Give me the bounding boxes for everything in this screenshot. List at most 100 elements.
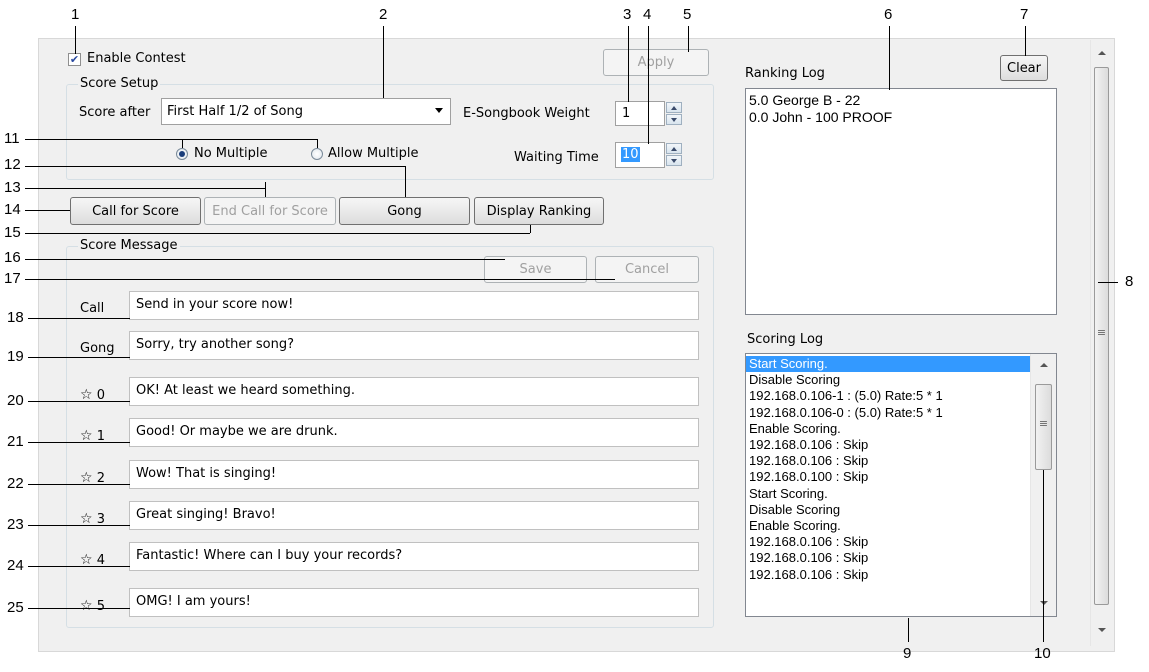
callout-7: 7 — [1020, 6, 1029, 23]
scoring-log-scroll-thumb[interactable]: ≡ — [1035, 384, 1052, 470]
scroll-down-icon[interactable] — [1098, 628, 1106, 632]
score-after-label: Score after — [79, 105, 151, 120]
callout-23: 23 — [7, 516, 24, 533]
gong-button[interactable]: Gong — [339, 197, 470, 225]
callout-line — [28, 525, 130, 526]
ranking-entry: 0.0 John - 100 PROOF — [749, 109, 893, 125]
waiting-down-arrow-icon[interactable] — [666, 155, 682, 166]
score-message-title: Score Message — [78, 238, 180, 253]
callout-line — [25, 210, 70, 211]
callout-line — [25, 166, 405, 167]
callout-14: 14 — [4, 201, 21, 218]
callout-3: 3 — [623, 6, 632, 23]
scoring-log-entry[interactable]: Enable Scoring. — [746, 421, 1031, 437]
callout-15: 15 — [4, 224, 21, 241]
no-multiple-label: No Multiple — [194, 146, 268, 161]
display-ranking-button[interactable]: Display Ranking — [474, 197, 604, 225]
scoring-log-entry[interactable]: Disable Scoring — [746, 372, 1031, 388]
allow-multiple-radio[interactable] — [311, 148, 323, 160]
callout-line — [25, 233, 530, 234]
row-label-text: Call — [80, 301, 105, 316]
ranking-log-list[interactable]: 5.0 George B - 22 0.0 John - 100 PROOF — [745, 88, 1057, 315]
scroll-up-icon[interactable] — [1098, 51, 1106, 55]
score-setup-title: Score Setup — [78, 76, 161, 91]
grip-icon: ≡ — [1038, 417, 1049, 430]
scoring-log-entry[interactable]: Start Scoring. — [746, 486, 1031, 502]
allow-multiple-label: Allow Multiple — [328, 146, 419, 161]
enable-contest-label: Enable Contest — [87, 51, 186, 66]
row-label-text: Gong — [80, 341, 115, 356]
callout-line — [28, 357, 130, 358]
row-label-text: 5 — [96, 599, 105, 614]
waiting-time-value: 10 — [621, 147, 640, 162]
callout-line — [317, 139, 318, 148]
score-message-input[interactable]: Good! Or maybe we are drunk. — [129, 418, 699, 447]
score-after-dropdown[interactable]: First Half 1/2 of Song — [161, 98, 451, 125]
score-message-input[interactable]: OMG! I am yours! — [129, 588, 699, 617]
clear-button[interactable]: Clear — [1000, 55, 1048, 81]
weight-up-arrow-icon[interactable] — [666, 102, 682, 113]
callout-16: 16 — [4, 249, 21, 266]
panel-scroll-thumb[interactable]: ≡ — [1094, 67, 1109, 605]
callout-line — [25, 188, 265, 189]
score-message-input[interactable]: Great singing! Bravo! — [129, 501, 699, 530]
callout-21: 21 — [7, 433, 24, 450]
e-songbook-weight-label: E-Songbook Weight — [463, 106, 590, 121]
callout-line — [889, 26, 890, 90]
callout-6: 6 — [884, 6, 893, 23]
score-message-input[interactable]: Fantastic! Where can I buy your records? — [129, 542, 699, 571]
grip-icon: ≡ — [1096, 326, 1107, 339]
weight-down-arrow-icon[interactable] — [666, 114, 682, 125]
callout-8: 8 — [1125, 273, 1134, 290]
scoring-log-entry[interactable]: 192.168.0.106 : Skip — [746, 534, 1031, 550]
chevron-down-icon — [435, 108, 443, 113]
apply-button[interactable]: Apply — [603, 49, 709, 76]
callout-line — [28, 566, 130, 567]
waiting-up-arrow-icon[interactable] — [666, 143, 682, 154]
callout-line — [688, 26, 689, 52]
no-multiple-radio[interactable] — [176, 148, 188, 160]
scoring-log-entry[interactable]: 192.168.0.106 : Skip — [746, 453, 1031, 469]
callout-5: 5 — [683, 6, 692, 23]
scoring-log-label: Scoring Log — [747, 332, 824, 347]
scoring-log-entry[interactable]: 192.168.0.106 : Skip — [746, 437, 1031, 453]
callout-25: 25 — [7, 599, 24, 616]
callout-line — [648, 26, 649, 144]
score-message-input[interactable]: Sorry, try another song? — [129, 331, 699, 360]
scoring-log-entry[interactable]: 192.168.0.106 : Skip — [746, 550, 1031, 566]
callout-line — [628, 26, 629, 102]
weight-spinner[interactable]: 1 — [615, 101, 665, 126]
scroll-down-icon[interactable] — [1040, 601, 1048, 605]
callout-22: 22 — [7, 475, 24, 492]
score-message-input[interactable]: Wow! That is singing! — [129, 460, 699, 489]
scoring-log-entry[interactable]: Disable Scoring — [746, 502, 1031, 518]
scoring-log-entry[interactable]: 192.168.0.106-1 : (5.0) Rate:5 * 1 — [746, 388, 1031, 404]
callout-line — [265, 182, 266, 197]
callout-line — [383, 26, 384, 98]
callout-12: 12 — [4, 156, 21, 173]
scoring-log-entry[interactable]: 192.168.0.106 : Skip — [746, 567, 1031, 583]
callout-line — [28, 608, 130, 609]
score-message-row-label: ☆ 5 — [80, 598, 105, 614]
callout-line — [28, 401, 130, 402]
enable-contest-checkbox[interactable]: ✔ — [68, 53, 81, 66]
score-message-input[interactable]: Send in your score now! — [129, 291, 699, 320]
waiting-time-label: Waiting Time — [514, 150, 599, 165]
end-call-for-score-button[interactable]: End Call for Score — [204, 197, 336, 225]
scoring-log-entry[interactable]: Start Scoring. — [746, 356, 1031, 373]
callout-line — [28, 484, 130, 485]
score-message-input[interactable]: OK! At least we heard something. — [129, 377, 699, 406]
callout-4: 4 — [643, 6, 652, 23]
scoring-log-entry[interactable]: 192.168.0.106-0 : (5.0) Rate:5 * 1 — [746, 405, 1031, 421]
callout-line — [183, 139, 317, 140]
scoring-log-list[interactable]: Start Scoring. Disable Scoring 192.168.0.1… — [745, 353, 1057, 617]
callout-24: 24 — [7, 557, 24, 574]
callout-line — [182, 139, 183, 148]
scoring-log-entry[interactable]: Enable Scoring. — [746, 518, 1031, 534]
scroll-up-icon[interactable] — [1040, 363, 1048, 367]
panel-scrollbar[interactable]: ≡ — [1090, 40, 1112, 646]
score-message-row-label: Call — [80, 301, 104, 316]
waiting-time-spinner[interactable]: 10 — [615, 142, 665, 168]
call-for-score-button[interactable]: Call for Score — [70, 197, 201, 225]
scoring-log-entry[interactable]: 192.168.0.100 : Skip — [746, 469, 1031, 485]
